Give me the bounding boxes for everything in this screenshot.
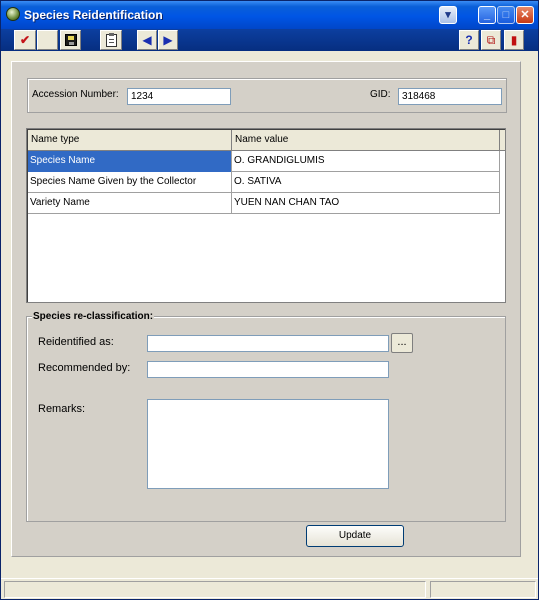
names-grid: Name type Name value Species Name O. GRA… [26,128,506,303]
app-icon [6,7,20,21]
context-help-button[interactable]: ? [459,30,479,50]
name-value-cell[interactable]: YUEN NAN CHAN TAO [232,193,500,214]
name-type-cell[interactable]: Species Name [28,151,232,172]
check-icon: ✔ [19,33,31,47]
title-dropdown-button[interactable]: ▾ [439,6,457,24]
clipboard-button[interactable] [100,30,122,50]
reidentified-as-label: Reidentified as: [38,336,114,348]
remarks-textarea[interactable] [147,399,389,489]
accept-check-button[interactable]: ✔ [14,30,36,50]
gid-input[interactable] [398,88,502,105]
name-value-cell[interactable]: O. SATIVA [232,172,500,193]
main-panel: Accession Number: GID: Name type Name va… [11,61,521,557]
column-header-name-type[interactable]: Name type [28,130,232,151]
identity-box: Accession Number: GID: [27,78,507,113]
name-value-cell[interactable]: O. GRANDIGLUMIS [232,151,500,172]
accession-number-label: Accession Number: [32,89,119,100]
save-button[interactable] [60,30,81,50]
arrow-right-icon: ▶ [163,33,173,47]
group-title: Species re-classification: [32,311,155,322]
table-row[interactable]: Species Name Given by the Collector O. S… [28,172,500,193]
recommended-by-input[interactable] [147,361,389,378]
species-reclassification-group: Species re-classification: Reidentified … [26,311,506,522]
name-type-cell[interactable]: Variety Name [28,193,232,214]
help-pointer-icon: ? [465,33,473,47]
column-header-name-value[interactable]: Name value [232,130,500,151]
exit-button[interactable]: ▮ [504,30,524,50]
next-record-button[interactable]: ▶ [158,30,178,50]
reidentified-as-input[interactable] [147,335,389,352]
window-title: Species Reidentification [24,8,163,22]
minimize-button[interactable]: _ [478,6,496,24]
toolbar: ✔ ◀ ▶ ? ⧉ ▮ [1,29,538,51]
copy-icon: ⧉ [486,32,496,47]
species-reidentification-window: Species Reidentification ▾ _ □ ✕ ✔ ◀ ▶ ?… [0,0,539,600]
update-button[interactable]: Update [306,525,404,547]
remarks-label: Remarks: [38,403,86,415]
accession-number-input[interactable] [127,88,231,105]
recommended-by-label: Recommended by: [38,362,131,374]
arrow-left-icon: ◀ [142,33,152,47]
floppy-disk-icon [64,34,77,46]
browse-button[interactable]: ... [391,333,413,353]
gid-label: GID: [370,89,391,100]
copy-button[interactable]: ⧉ [481,30,501,50]
status-pane-main [4,581,426,598]
table-row[interactable]: Species Name O. GRANDIGLUMIS [28,151,500,172]
exit-door-icon: ▮ [510,33,518,47]
title-bar[interactable]: Species Reidentification ▾ _ □ ✕ [1,1,538,29]
maximize-button[interactable]: □ [497,6,515,24]
table-row[interactable]: Variety Name YUEN NAN CHAN TAO [28,193,500,214]
blank-tool-button[interactable] [37,30,58,50]
grid-header: Name type Name value [28,130,505,151]
clipboard-icon [105,32,117,47]
previous-record-button[interactable]: ◀ [137,30,157,50]
status-pane-secondary [430,581,536,598]
status-bar [1,578,538,599]
close-button[interactable]: ✕ [516,6,534,24]
name-type-cell[interactable]: Species Name Given by the Collector [28,172,232,193]
